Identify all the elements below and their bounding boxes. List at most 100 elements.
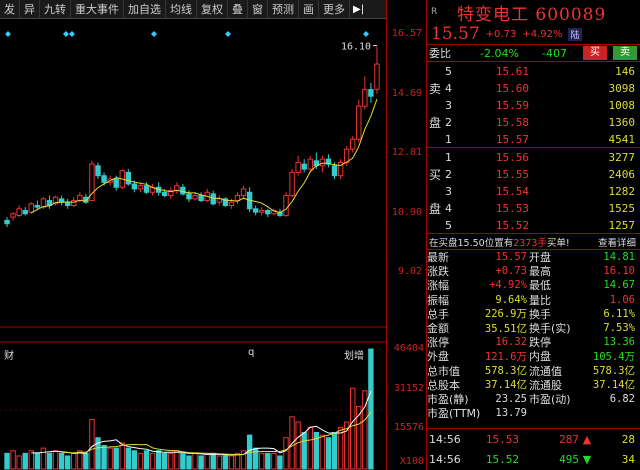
candle-body bbox=[307, 158, 313, 170]
bid-lvl: 4 bbox=[445, 202, 452, 215]
candle-body bbox=[228, 201, 235, 207]
candle-body bbox=[34, 205, 41, 208]
volume-bar bbox=[277, 455, 283, 470]
toolbar-item-6[interactable]: 复权 bbox=[197, 0, 228, 19]
ask-row[interactable]: 5 15.61 146 bbox=[445, 63, 639, 80]
stats-v: 13.79 bbox=[495, 407, 527, 420]
ask-lvl: 4 bbox=[445, 82, 452, 95]
price-tick-2: 14.69 bbox=[391, 88, 422, 99]
r-label: R bbox=[431, 7, 438, 17]
event-diamond-icon bbox=[225, 31, 231, 37]
stats-row: 金额 35.51亿 换手(实) 7.53% bbox=[427, 321, 640, 335]
bid-vol: 3277 bbox=[608, 151, 636, 164]
bid-row[interactable]: 5 15.52 1257 bbox=[445, 217, 639, 234]
bid-row[interactable]: 4 15.53 1525 bbox=[445, 200, 639, 217]
ask-lvl: 1 bbox=[445, 133, 452, 146]
stats-row: 外盘 121.6万 内盘 105.4万 bbox=[427, 349, 640, 363]
sell-button[interactable]: 卖 bbox=[613, 46, 637, 60]
candle-body bbox=[137, 185, 144, 190]
ask-row[interactable]: 4 15.60 3098 bbox=[445, 80, 639, 97]
ask-lvl: 2 bbox=[445, 116, 452, 129]
volume-bar bbox=[319, 434, 326, 470]
toolbar-item-10[interactable]: 画 bbox=[299, 0, 319, 19]
ask-price: 15.61 bbox=[495, 65, 529, 78]
event-diamond-icon bbox=[363, 31, 369, 37]
candle-body bbox=[192, 195, 198, 200]
bid-side-label-2: 盘 bbox=[429, 202, 442, 216]
ask-row[interactable]: 3 15.59 1008 bbox=[445, 97, 639, 114]
toolbar-item-7[interactable]: 叠 bbox=[228, 0, 248, 19]
candle-body bbox=[331, 165, 338, 177]
event-diamond-icon bbox=[69, 31, 75, 37]
toolbar-item-0[interactable]: 发 bbox=[0, 0, 20, 19]
bid-side-label-1: 买 bbox=[429, 168, 442, 182]
buy-button[interactable]: 买 bbox=[583, 46, 607, 60]
toolbar-item-11[interactable]: 更多 bbox=[319, 0, 350, 19]
kline-chart[interactable]: 16.10 财 q 划增 bbox=[0, 19, 386, 470]
ask-lvl: 5 bbox=[445, 65, 452, 78]
candle-body bbox=[95, 165, 101, 177]
tick-p: 15.53 bbox=[485, 432, 519, 446]
bid-vol: 1525 bbox=[608, 202, 636, 215]
candle-body bbox=[162, 191, 168, 197]
toolbar-item-2[interactable]: 九转 bbox=[40, 0, 71, 19]
volume-bar bbox=[259, 452, 265, 470]
event-marker-finance[interactable]: 财 bbox=[4, 347, 14, 362]
toolbar-item-5[interactable]: 均线 bbox=[166, 0, 197, 19]
volume-bar bbox=[16, 455, 22, 470]
bid-lvl: 3 bbox=[445, 185, 452, 198]
ask-row[interactable]: 2 15.58 1360 bbox=[445, 114, 639, 131]
bid-vol: 1282 bbox=[608, 185, 636, 198]
toolbar-item-9[interactable]: 预测 bbox=[268, 0, 299, 19]
toolbar-item-4[interactable]: 加自选 bbox=[124, 0, 166, 19]
toolbar-item-8[interactable]: 窗 bbox=[248, 0, 268, 19]
bid-price: 15.53 bbox=[495, 202, 529, 215]
event-diamond-icon bbox=[151, 31, 157, 37]
event-marker-shareholder[interactable]: 划增 bbox=[344, 347, 364, 362]
volume-bar bbox=[192, 452, 198, 470]
hk-connect-badge: 陆 bbox=[568, 27, 582, 41]
tick-row: 14:56 15.53 287 ▲ 28 bbox=[427, 429, 640, 449]
candle-body bbox=[362, 89, 368, 107]
volume-bar bbox=[162, 452, 168, 470]
kline-chart-svg[interactable]: 16.10 bbox=[0, 19, 386, 470]
candle-body bbox=[113, 178, 119, 188]
bid-row[interactable]: 3 15.54 1282 bbox=[445, 183, 639, 200]
bid-row[interactable]: 1 15.56 3277 bbox=[445, 149, 639, 166]
order-ratio-row: 委比 -2.04% -407 买 卖 bbox=[427, 44, 640, 62]
ask-price: 15.57 bbox=[495, 133, 529, 146]
quote-panel: R 特变电工 600089 15.57 +0.73 +4.92% 陆 委比 -2… bbox=[426, 0, 640, 470]
volume-bar bbox=[143, 450, 150, 470]
stats-row: 最新 15.57 开盘 14.81 bbox=[427, 250, 640, 264]
price-row: 15.57 +0.73 +4.92% 陆 bbox=[427, 24, 640, 44]
candle-body bbox=[64, 201, 71, 207]
candle-body bbox=[374, 63, 380, 90]
stock-code: 600089 bbox=[535, 4, 607, 25]
ask-vol: 1360 bbox=[608, 116, 636, 129]
stats-v: +0.73 bbox=[495, 265, 527, 278]
volume-bar bbox=[22, 452, 28, 470]
bid-price: 15.56 bbox=[495, 151, 529, 164]
candle-body bbox=[131, 183, 138, 190]
price-tick-3: 12.81 bbox=[391, 147, 422, 158]
volume-bar bbox=[64, 455, 71, 470]
tick-list: 14:56 15.53 287 ▲ 28 14:56 15.52 495 ▼ 34 bbox=[427, 428, 640, 469]
view-detail-link[interactable]: 查看详细 bbox=[598, 235, 636, 249]
stats-v2: 578.3亿 bbox=[592, 365, 635, 378]
volume-bar bbox=[265, 452, 271, 470]
stats-v2: 13.36 bbox=[603, 336, 635, 349]
candle-body bbox=[216, 198, 222, 203]
stats-row: 涨停 16.32 跌停 13.36 bbox=[427, 335, 640, 349]
toolbar-item-3[interactable]: 重大事件 bbox=[71, 0, 124, 19]
volume-bar bbox=[40, 447, 47, 470]
bid-row[interactable]: 2 15.55 2406 bbox=[445, 166, 639, 183]
ask-row[interactable]: 1 15.57 4541 bbox=[445, 131, 639, 148]
tick-t: 14:56 bbox=[429, 452, 461, 466]
order-ratio-pct: -2.04% bbox=[480, 46, 519, 60]
toolbar-expand-icon[interactable]: ▶| bbox=[350, 4, 367, 15]
order-ratio-label: 委比 bbox=[429, 47, 451, 60]
toolbar-item-1[interactable]: 异 bbox=[20, 0, 40, 19]
order-ratio-diff: -407 bbox=[542, 46, 567, 60]
candle-body bbox=[283, 195, 289, 216]
event-marker-q[interactable]: q bbox=[248, 347, 254, 358]
